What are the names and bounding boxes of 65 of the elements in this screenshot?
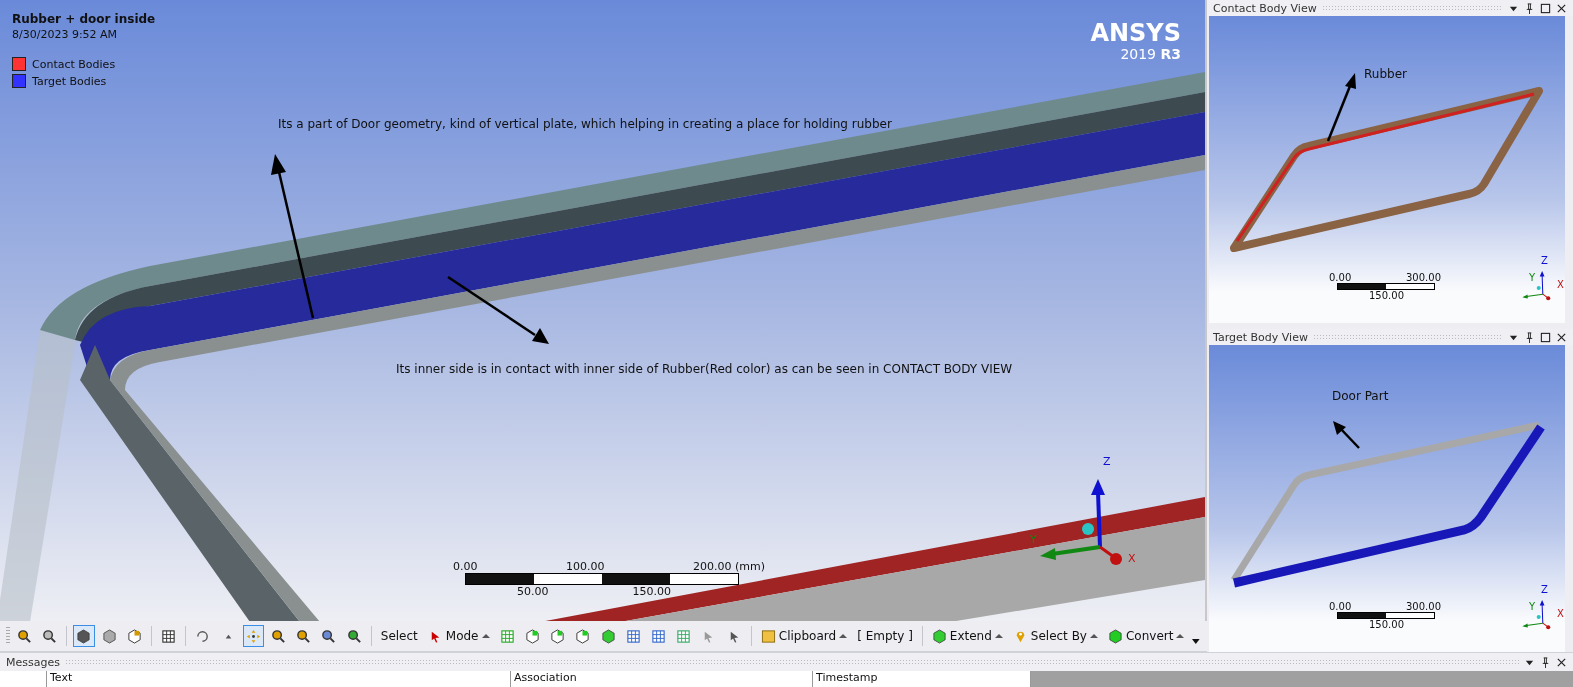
scale-label: 300.00 [1406, 601, 1441, 612]
toolbar-button[interactable] [73, 625, 95, 647]
cube-icon [101, 628, 117, 644]
scale-label: 100.00 [566, 560, 605, 573]
scale-label: 150.00 [1369, 290, 1404, 301]
pin-icon[interactable] [1540, 656, 1551, 668]
toolbar-label: Select [379, 629, 419, 643]
scale-label: 0.00 [1329, 272, 1352, 283]
maximize-icon[interactable] [1540, 2, 1551, 14]
annotation-arrow [1326, 73, 1356, 142]
legend-label: Contact Bodies [32, 57, 116, 71]
shaded-cube-icon [76, 628, 92, 644]
panel-title: Messages [6, 655, 60, 669]
caret-icon [1089, 633, 1098, 639]
toolbar-dropdown[interactable]: Mode [424, 628, 493, 644]
maximize-icon[interactable] [1540, 331, 1551, 343]
magnifier-icon [346, 628, 362, 644]
scale-label: 0.00 [453, 560, 478, 573]
caret-icon [481, 633, 490, 639]
close-icon[interactable] [1556, 656, 1567, 668]
panel-title: Target Body View [1213, 330, 1308, 344]
y-axis-label: Y [1529, 601, 1536, 612]
caret-icon [1176, 633, 1185, 639]
legend-label: Target Bodies [32, 74, 107, 88]
x-axis-label: X [1557, 279, 1564, 290]
toolbar-label: [ Empty ] [856, 629, 914, 643]
scale-label: 150.00 [632, 585, 671, 598]
toolbar-dropdown[interactable]: Select By [1009, 628, 1101, 644]
y-axis-label: Y [1529, 272, 1536, 283]
annotation-text: Its a part of Door geometry, kind of vertical plate, which helping in creating a place for holding rubber [278, 117, 892, 131]
toolbar-dropdown[interactable]: Extend [928, 628, 1006, 644]
annotation-text: Rubber [1364, 67, 1407, 81]
scale-label: 0.00 [1329, 601, 1352, 612]
close-icon[interactable] [1556, 2, 1567, 14]
z-axis-label: Z [1541, 584, 1548, 595]
toolbar-dropdown[interactable]: Clipboard [757, 628, 851, 644]
toolbar-dropdown[interactable]: Convert [1104, 628, 1188, 644]
z-axis-label: Z [1541, 255, 1548, 266]
close-icon[interactable] [1556, 331, 1567, 343]
pin-icon[interactable] [1524, 331, 1535, 343]
annotation-text: Its inner side is in contact with inner side of Rubber(Red color) as can be seen in CONTACT BODY VIEW [396, 362, 1013, 376]
logo: ANSYS 2019 R3 [1090, 20, 1181, 62]
pan-icon [245, 628, 261, 644]
overflow-icon[interactable] [1191, 637, 1202, 645]
annotation-text: Door Part [1332, 389, 1389, 403]
folder-icon [760, 628, 776, 644]
y-axis-label: Y [1030, 533, 1037, 546]
scale-label: 300.00 [1406, 272, 1441, 283]
pin-icon[interactable] [1524, 2, 1535, 14]
rotate-icon [195, 628, 211, 644]
x-axis-label: X [1557, 608, 1564, 619]
column-header[interactable]: Association [511, 671, 813, 687]
caret-icon [839, 633, 848, 639]
x-axis-label: X [1128, 552, 1136, 565]
cube-outline-icon [126, 628, 142, 644]
column-header[interactable]: Text [47, 671, 511, 687]
timestamp: 8/30/2023 9:52 AM [12, 28, 118, 41]
caret-icon [994, 633, 1003, 639]
panel-title: Contact Body View [1213, 1, 1317, 15]
scale-label: 200.00 (mm) [693, 560, 765, 573]
model-title: Rubber + door inside [12, 12, 156, 26]
z-axis-label: Z [1103, 455, 1111, 468]
annotation-arrow [1333, 421, 1360, 449]
scale-label: 50.00 [517, 585, 549, 598]
scale-label: 150.00 [1369, 619, 1404, 630]
